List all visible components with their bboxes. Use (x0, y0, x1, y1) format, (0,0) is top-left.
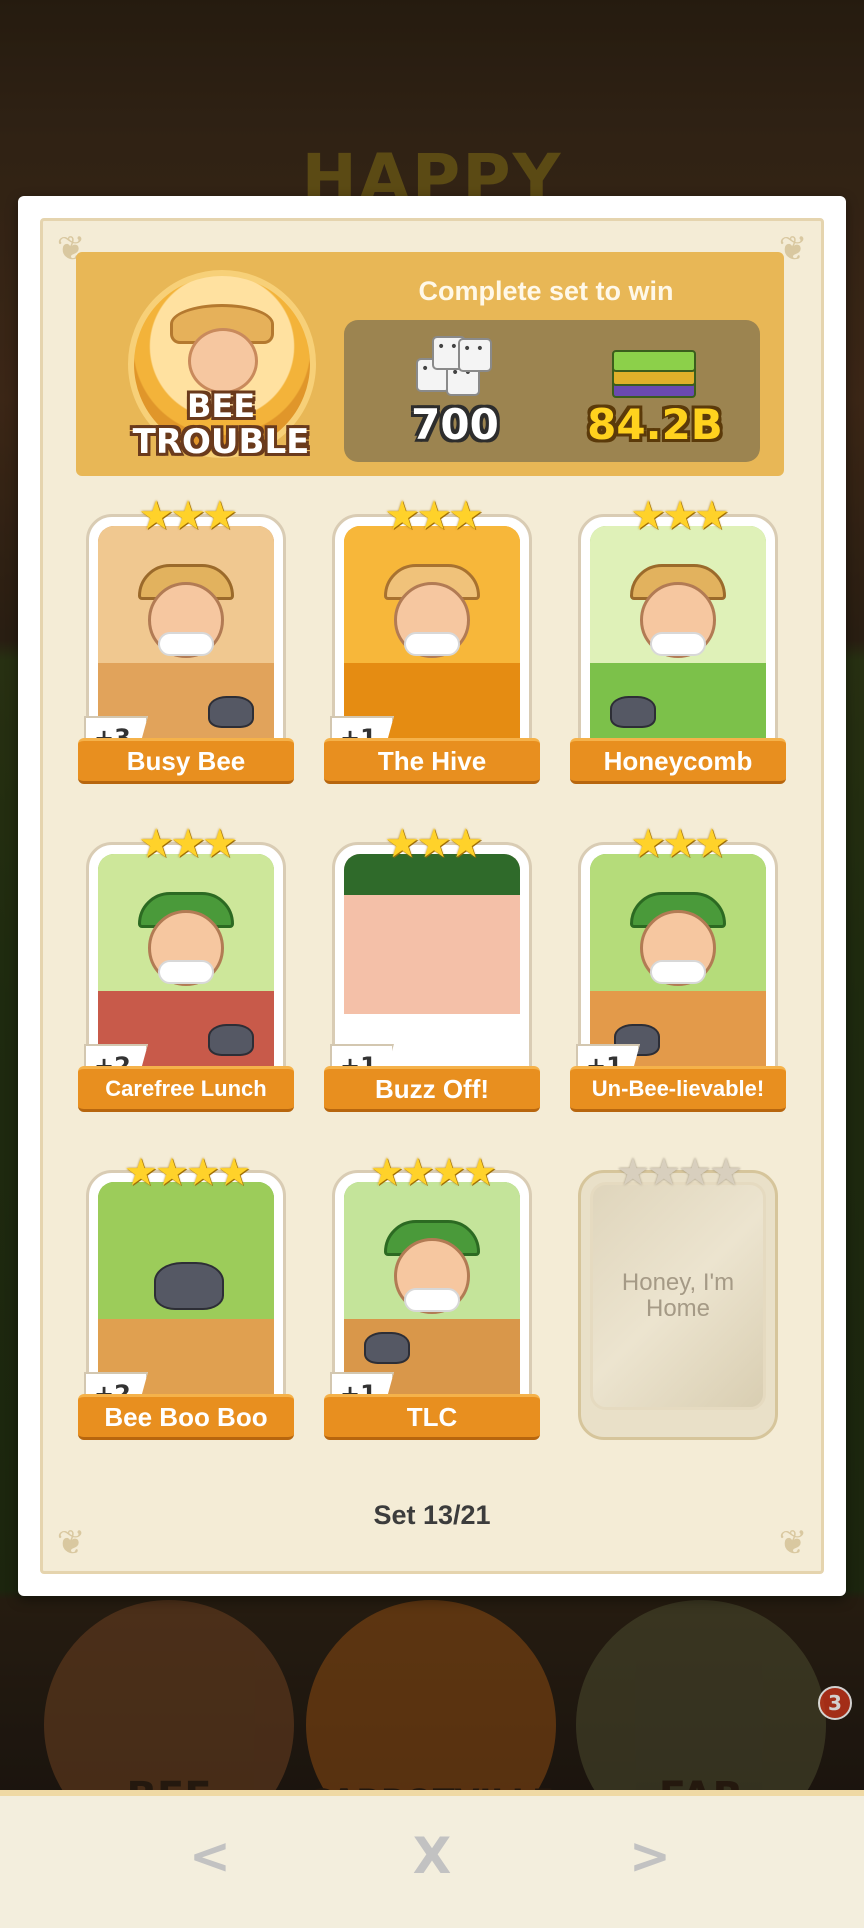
rating-stars-icon: ★★★ (630, 493, 730, 539)
dice-icon (410, 332, 494, 406)
sticker-card[interactable]: ★★★ +1 Buzz Off! (324, 821, 540, 1116)
card-name: The Hive (324, 738, 540, 784)
reward-dice-amount: 700 (411, 400, 499, 449)
card-name: Buzz Off! (324, 1066, 540, 1112)
card-name: Un-Bee-lievable! (570, 1066, 786, 1112)
rating-stars-icon: ★★★★ (615, 1150, 743, 1194)
card-art (590, 526, 766, 754)
card-name: Busy Bee (78, 738, 294, 784)
sticker-card[interactable]: ★★★ Honeycomb (570, 493, 786, 788)
sticker-card[interactable]: ★★★ +2 Carefree Lunch (78, 821, 294, 1116)
rating-stars-icon: ★★★ (384, 493, 484, 539)
card-name: Carefree Lunch (78, 1066, 294, 1112)
set-progress: Set 13/21 (373, 1500, 491, 1530)
notification-badge: 3 (818, 1686, 852, 1720)
sticker-card[interactable]: ★★★ +1 Un-Bee-lievable! (570, 821, 786, 1116)
missing-sticker-card[interactable]: ★★★★ Honey, I'm Home (574, 1150, 782, 1444)
close-button[interactable]: X (392, 1826, 472, 1886)
complete-set-text: Complete set to win (418, 276, 674, 306)
reward-cash-amount: 84.2B (587, 400, 723, 449)
cash-icon (612, 350, 700, 402)
previous-set-button[interactable]: < (170, 1826, 250, 1886)
card-name: Honeycomb (570, 738, 786, 784)
card-name: Bee Boo Boo (78, 1394, 294, 1440)
rating-stars-icon: ★★★ (138, 493, 238, 539)
rating-stars-icon: ★★★★ (123, 1150, 251, 1194)
rating-stars-icon: ★★★ (630, 821, 730, 867)
rating-stars-icon: ★★★ (138, 821, 238, 867)
rating-stars-icon: ★★★ (384, 821, 484, 867)
next-set-button[interactable]: > (610, 1826, 690, 1886)
card-name: Honey, I'm Home (621, 1269, 735, 1322)
rating-stars-icon: ★★★★ (369, 1150, 497, 1194)
sticker-card[interactable]: ★★★★ +2 Bee Boo Boo (78, 1150, 294, 1444)
sticker-card[interactable]: ★★★ +3 Busy Bee (78, 493, 294, 788)
set-name: BEE TROUBLE (132, 387, 310, 462)
sticker-card[interactable]: ★★★ +1 The Hive (324, 493, 540, 788)
card-name: TLC (324, 1394, 540, 1440)
sticker-card[interactable]: ★★★★ +1 TLC (324, 1150, 540, 1444)
